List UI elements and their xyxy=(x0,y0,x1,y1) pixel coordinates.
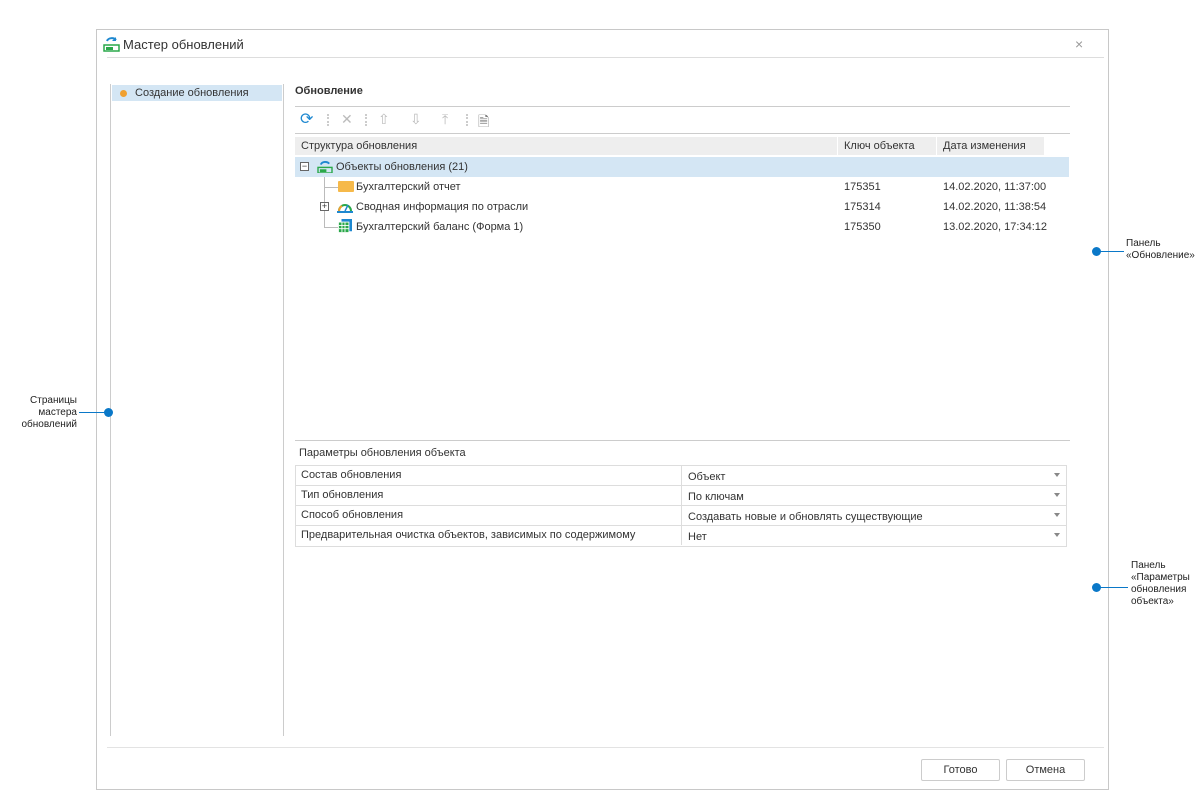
annotation-leader xyxy=(79,412,106,413)
row-name: Бухгалтерский баланс (Форма 1) xyxy=(356,221,524,233)
annotation-leader xyxy=(1100,587,1128,588)
annotation-pages: Страницы мастера обновлений xyxy=(21,395,77,431)
param-name: Предварительная очистка объектов, зависи… xyxy=(301,529,636,541)
collapse-icon[interactable]: − xyxy=(300,162,309,171)
param-row: Способ обновления Создавать новые и обнов… xyxy=(296,506,1066,526)
param-name: Способ обновления xyxy=(301,509,404,521)
table-form-icon xyxy=(338,219,352,233)
row-key: 175350 xyxy=(844,221,881,233)
param-row: Предварительная очистка объектов, зависи… xyxy=(296,526,1066,546)
sidebar-item-label: Создание обновления xyxy=(135,87,249,99)
separator xyxy=(466,114,468,126)
wizard-pages-list: Создание обновления xyxy=(110,84,284,736)
param-row: Состав обновления Объект xyxy=(296,466,1066,486)
column-header-structure[interactable]: Структура обновления xyxy=(295,137,838,155)
move-top-icon[interactable]: ⤒ xyxy=(442,111,448,128)
param-value: Объект xyxy=(688,471,726,483)
tree-row[interactable]: Бухгалтерский баланс (Форма 1) 175350 13… xyxy=(295,217,1069,237)
dashboard-icon xyxy=(337,204,353,213)
refresh-icon[interactable]: ⟳ xyxy=(300,109,313,129)
annotation-line: Панель xyxy=(1131,560,1166,571)
annotation-params-panel: Панель «Параметры обновления объекта» xyxy=(1131,560,1190,608)
param-name: Состав обновления xyxy=(301,469,402,481)
cancel-button[interactable]: Отмена xyxy=(1006,759,1085,781)
row-key: 175314 xyxy=(844,201,881,213)
done-button[interactable]: Готово xyxy=(921,759,1000,781)
param-row: Тип обновления По ключам xyxy=(296,486,1066,506)
update-wizard-icon xyxy=(103,37,120,52)
divider xyxy=(295,133,1070,134)
annotation-line: обновлений xyxy=(21,419,77,430)
delete-icon[interactable]: ✕ xyxy=(341,111,353,128)
param-name: Тип обновления xyxy=(301,489,384,501)
dropdown-arrow-icon xyxy=(1054,473,1060,477)
divider xyxy=(107,747,1104,748)
annotation-line: «Обновление» xyxy=(1126,250,1195,261)
title-bar: Мастер обновлений × xyxy=(97,30,1108,58)
param-select[interactable]: По ключам xyxy=(681,486,1066,505)
annotation-dot xyxy=(104,408,113,417)
tree-row[interactable]: − Объекты обновления (21) xyxy=(295,157,1069,177)
row-date: 13.02.2020, 17:34:12 xyxy=(943,221,1047,233)
dropdown-arrow-icon xyxy=(1054,493,1060,497)
annotation-line: Панель xyxy=(1126,238,1161,249)
row-name: Сводная информация по отрасли xyxy=(356,201,529,213)
annotation-line: обновления xyxy=(1131,584,1187,595)
column-header-key[interactable]: Ключ объекта xyxy=(838,137,937,155)
params-title: Параметры обновления объекта xyxy=(299,447,466,459)
row-name: Бухгалтерский отчет xyxy=(356,181,461,193)
update-objects-icon xyxy=(317,161,333,173)
status-dot-icon xyxy=(120,90,127,97)
tree-row[interactable]: + Сводная информация по отрасли 175314 1… xyxy=(295,197,1069,217)
annotation-line: мастера xyxy=(38,407,77,418)
divider xyxy=(107,57,1104,58)
divider xyxy=(295,106,1070,107)
tree-row[interactable]: Бухгалтерский отчет 175351 14.02.2020, 1… xyxy=(295,177,1069,197)
params-table: Состав обновления Объект Тип обновления По… xyxy=(295,465,1067,547)
annotation-leader xyxy=(1100,251,1124,252)
annotation-line: «Параметры xyxy=(1131,572,1190,583)
tree-line xyxy=(324,227,338,228)
param-select[interactable]: Объект xyxy=(681,466,1066,485)
expand-icon[interactable]: + xyxy=(320,202,329,211)
row-date: 14.02.2020, 11:38:54 xyxy=(943,201,1047,213)
dropdown-arrow-icon xyxy=(1054,533,1060,537)
move-down-icon[interactable]: ⇩ xyxy=(410,111,422,128)
row-key: 175351 xyxy=(844,181,881,193)
export-icon[interactable]: 🗎 xyxy=(478,111,489,135)
dropdown-arrow-icon xyxy=(1054,513,1060,517)
separator xyxy=(327,114,329,126)
divider xyxy=(295,440,1070,441)
panel-title: Обновление xyxy=(295,85,363,97)
annotation-update-panel: Панель «Обновление» xyxy=(1126,238,1195,262)
param-value: По ключам xyxy=(688,491,744,503)
tree-line xyxy=(324,187,338,188)
row-date: 14.02.2020, 11:37:00 xyxy=(943,181,1047,193)
param-select[interactable]: Нет xyxy=(681,526,1066,545)
move-up-icon[interactable]: ⇧ xyxy=(378,111,390,128)
column-header-date[interactable]: Дата изменения xyxy=(937,137,1045,155)
param-select[interactable]: Создавать новые и обновлять существующие xyxy=(681,506,1066,525)
annotation-line: объекта» xyxy=(1131,596,1174,607)
folder-icon xyxy=(338,181,354,192)
toolbar: ⟳ ✕ ⇧ ⇩ ⤒ 🗎 xyxy=(297,109,1072,131)
sidebar-item-create-update[interactable]: Создание обновления xyxy=(112,85,282,101)
close-icon[interactable]: × xyxy=(1075,36,1083,52)
separator xyxy=(365,114,367,126)
update-wizard-dialog: Мастер обновлений × Создание обновления … xyxy=(96,29,1109,790)
row-name: Объекты обновления (21) xyxy=(336,161,468,173)
annotation-line: Страницы xyxy=(30,395,77,406)
param-value: Нет xyxy=(688,531,707,543)
param-value: Создавать новые и обновлять существующие xyxy=(688,511,923,523)
window-title: Мастер обновлений xyxy=(123,37,244,52)
